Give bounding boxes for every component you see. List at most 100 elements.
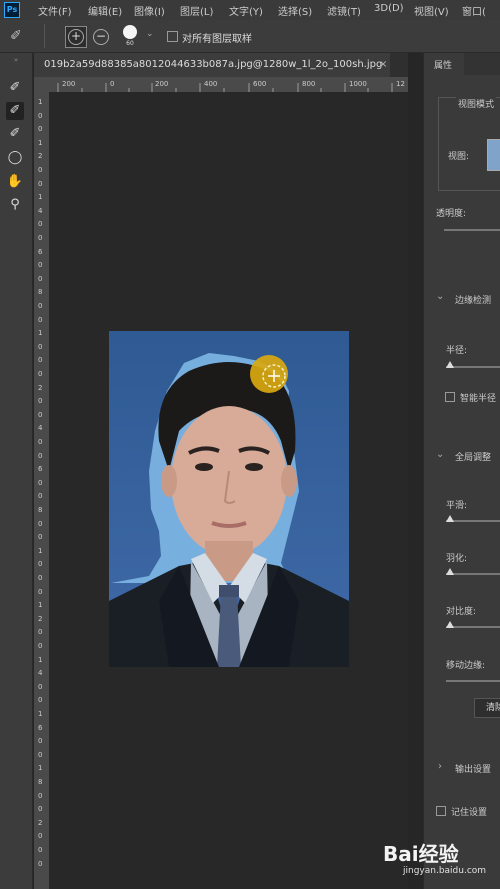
menu-3d[interactable]: 3D(D) bbox=[374, 3, 404, 14]
smooth-slider[interactable] bbox=[446, 520, 500, 522]
ruler-tick-label: 1 bbox=[38, 764, 43, 773]
ruler-tick-label: 0 bbox=[38, 274, 43, 283]
ruler-tick-label: 0 bbox=[38, 166, 43, 174]
transparency-slider[interactable] bbox=[444, 229, 500, 231]
contrast-label: 对比度: bbox=[446, 607, 477, 617]
ruler-tick-label: 0 bbox=[38, 519, 43, 528]
radius-slider-thumb[interactable] bbox=[446, 361, 454, 368]
feather-slider[interactable] bbox=[446, 573, 500, 575]
ruler-tick-label: 1 bbox=[38, 655, 43, 664]
ruler-tick-label: 0 bbox=[38, 342, 43, 351]
menu-filter[interactable]: 滤镜(T) bbox=[327, 3, 361, 18]
ruler-tick-label: 1 bbox=[38, 710, 43, 718]
document-title: 019b2a59d88385a8012044633b087a.jpg@1280w… bbox=[44, 59, 383, 70]
plus-icon: + bbox=[68, 29, 84, 45]
chevron-right-icon[interactable]: › bbox=[438, 761, 442, 772]
close-tab-icon[interactable]: × bbox=[379, 53, 387, 77]
hand-tool-icon[interactable]: ✋ bbox=[6, 173, 24, 191]
brush-cursor bbox=[250, 355, 288, 393]
smart-radius-checkbox[interactable] bbox=[445, 392, 455, 402]
clear-button[interactable]: 清除 bbox=[474, 698, 500, 718]
menu-image[interactable]: 图像(I) bbox=[134, 3, 165, 18]
ruler-tick-label: 2 bbox=[38, 818, 43, 827]
ruler-tick-label: 0 bbox=[38, 397, 43, 406]
ruler-tick-label: 6 bbox=[38, 465, 43, 474]
ruler-tick-label: 1 bbox=[38, 601, 43, 610]
brush-preset-icon[interactable]: ✐ bbox=[10, 28, 32, 44]
add-mode-button[interactable]: + bbox=[65, 26, 87, 48]
output-settings-label[interactable]: 输出设置 bbox=[455, 762, 491, 775]
ruler-tick-label: 0 bbox=[38, 492, 43, 501]
menu-bar: Ps 文件(F) 编辑(E) 图像(I) 图层(L) 文字(Y) 选择(S) 滤… bbox=[0, 0, 500, 20]
edge-detection-label[interactable]: 边缘检测 bbox=[455, 293, 491, 306]
ruler-tick-label: 0 bbox=[38, 574, 43, 582]
vertical-ruler: 1 0 0 1 2 0 0 1 4 0 0 6 0 0 8 0 0 1 0 0 0 2 0 0 4 0 0 6 0 0 8 0 0 1 0 0 0 1 2 0… bbox=[34, 92, 49, 889]
smooth-slider-thumb[interactable] bbox=[446, 515, 454, 522]
ruler-tick-label: 0 bbox=[38, 750, 43, 759]
baidu-watermark: Bai经验 jingyan.baidu.com bbox=[383, 838, 500, 889]
radius-slider[interactable] bbox=[446, 366, 500, 368]
brush-size-preview[interactable] bbox=[123, 25, 137, 39]
smart-radius-label: 智能半径 bbox=[460, 394, 497, 404]
ruler-tick-label: 0 bbox=[38, 451, 43, 460]
ruler-tick-label: 8 bbox=[38, 506, 43, 514]
brush-tool-icon[interactable]: ✐ bbox=[6, 125, 24, 143]
properties-panel: 属性 视图模式 视图: 透明度: ⌄ 边缘检测 半径: 智能半径 ⌄ 全局调整 … bbox=[423, 53, 500, 889]
subtract-mode-button[interactable]: − bbox=[93, 29, 109, 45]
ruler-tick-label: 0 bbox=[38, 859, 43, 868]
ruler-tick-label: 0 bbox=[38, 642, 43, 650]
ruler-tick-label: 0 bbox=[38, 438, 43, 446]
document-tab[interactable]: 019b2a59d88385a8012044633b087a.jpg@1280w… bbox=[34, 53, 390, 77]
chevron-down-icon[interactable]: ⌄ bbox=[436, 291, 444, 302]
remember-settings-label: 记住设置 bbox=[451, 808, 488, 818]
ruler-tick-label: 0 bbox=[38, 315, 43, 324]
ruler-tick-label: 0 bbox=[38, 832, 43, 841]
menu-edit[interactable]: 编辑(E) bbox=[88, 3, 122, 18]
contrast-slider[interactable] bbox=[446, 626, 500, 628]
menu-select[interactable]: 选择(S) bbox=[278, 3, 312, 18]
menu-view[interactable]: 视图(V) bbox=[414, 3, 449, 18]
sample-all-layers-checkbox[interactable] bbox=[167, 31, 178, 42]
ruler-tick-label: 2 bbox=[38, 383, 43, 392]
ruler-tick-label: 0 bbox=[38, 302, 43, 310]
ruler-tick-label: 0 bbox=[38, 846, 43, 854]
sample-all-layers-label: 对所有图层取样 bbox=[182, 34, 252, 45]
chevron-down-icon[interactable]: ⌄ bbox=[436, 449, 444, 460]
tab-properties[interactable]: 属性 bbox=[424, 53, 464, 75]
menu-file[interactable]: 文件(F) bbox=[38, 3, 72, 18]
contrast-slider-thumb[interactable] bbox=[446, 621, 454, 628]
menu-layer[interactable]: 图层(L) bbox=[180, 3, 213, 18]
brush-size-value: 60 bbox=[126, 40, 134, 47]
chevron-down-icon[interactable]: ⌄ bbox=[146, 29, 154, 39]
ruler-tick-label: 0 bbox=[38, 628, 43, 637]
baidu-logo-text: Bai经验 bbox=[383, 842, 459, 866]
ruler-tick-label: 0 bbox=[38, 370, 43, 378]
zoom-tool-icon[interactable]: ⚲ bbox=[6, 196, 24, 214]
lasso-tool-icon[interactable]: ◯ bbox=[6, 149, 24, 167]
quick-selection-tool-icon[interactable]: ✐ bbox=[6, 79, 24, 97]
ruler-tick-label: 0 bbox=[38, 478, 43, 487]
ruler-tick-label: 0 bbox=[38, 533, 43, 542]
remember-settings-checkbox[interactable] bbox=[436, 806, 446, 816]
ruler-tick-label: 0 bbox=[38, 682, 43, 691]
ruler-tick-label: 0 bbox=[38, 560, 43, 569]
ruler-tick-label: 1 bbox=[38, 98, 43, 106]
ruler-tick-label: 4 bbox=[38, 669, 43, 678]
tools-panel: » ✐ ✐ ✐ ◯ ✋ ⚲ bbox=[0, 53, 33, 889]
menu-window[interactable]: 窗口( bbox=[462, 3, 486, 18]
radius-label: 半径: bbox=[446, 346, 468, 356]
ruler-tick-label: 8 bbox=[38, 288, 43, 297]
ruler-tick-label: 0 bbox=[38, 410, 43, 419]
menu-type[interactable]: 文字(Y) bbox=[229, 3, 263, 18]
collapse-icon[interactable]: » bbox=[0, 57, 32, 64]
ruler-tick-label: 8 bbox=[38, 778, 43, 786]
ruler-tick-label: 0 bbox=[38, 179, 43, 188]
global-adjust-label[interactable]: 全局调整 bbox=[455, 450, 491, 463]
view-label: 视图: bbox=[448, 152, 470, 162]
portrait-photo[interactable] bbox=[109, 331, 349, 667]
view-thumbnail[interactable] bbox=[487, 139, 500, 171]
feather-slider-thumb[interactable] bbox=[446, 568, 454, 575]
refine-edge-brush-tool-icon[interactable]: ✐ bbox=[6, 102, 24, 120]
shift-edge-slider[interactable] bbox=[446, 680, 500, 682]
ruler-tick-label: 1 bbox=[38, 546, 43, 555]
